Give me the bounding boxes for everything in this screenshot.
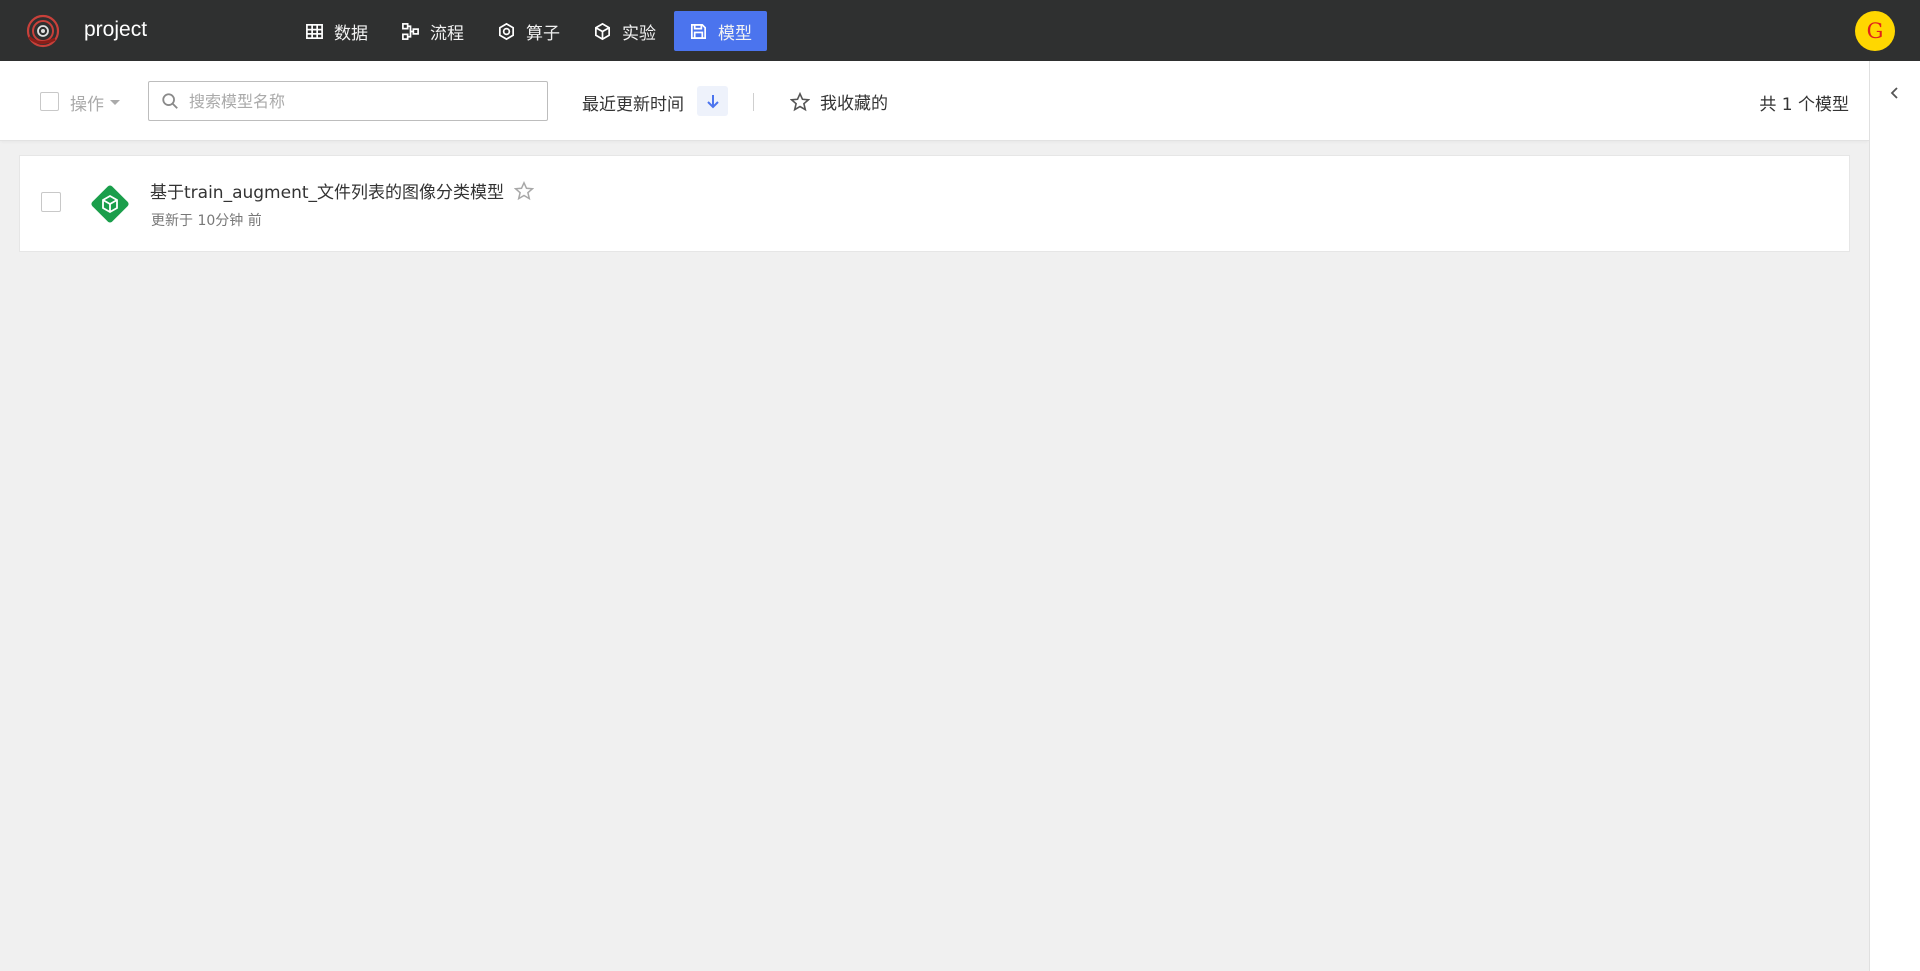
search-input[interactable]: [189, 91, 529, 111]
operations-dropdown[interactable]: 操作: [70, 90, 120, 115]
cube-icon: [594, 22, 611, 40]
top-bar: project 数据 流程 算子 实验 模型 G: [0, 0, 1920, 61]
chevron-left-icon: [1890, 87, 1898, 99]
star-icon: [513, 180, 535, 200]
main-nav: 数据 流程 算子 实验 模型: [290, 11, 770, 51]
favorites-label: 我收藏的: [820, 94, 888, 114]
arrow-down-icon: [706, 95, 719, 109]
model-toolbar: 操作 最近更新时间 我收藏的 共 1 个模型: [0, 61, 1869, 141]
favorite-button[interactable]: [513, 180, 535, 201]
save-icon: [690, 23, 707, 39]
project-name[interactable]: project: [84, 18, 147, 42]
app-logo-icon[interactable]: [25, 13, 61, 49]
nav-item-label: 流程: [430, 23, 464, 44]
favorites-filter[interactable]: 我收藏的: [790, 89, 888, 114]
model-checkbox[interactable]: [41, 192, 61, 212]
model-updated-time: 更新于 10分钟 前: [151, 213, 262, 229]
model-cube-icon: [91, 185, 129, 223]
nav-item-flow[interactable]: 流程: [386, 11, 479, 51]
total-count: 共 1 个模型: [1759, 95, 1849, 115]
star-icon: [790, 91, 810, 111]
table-icon: [306, 23, 323, 39]
caret-down-icon: [110, 100, 120, 105]
user-avatar[interactable]: G: [1855, 11, 1895, 51]
model-name-text: 基于train_augment_文件列表的图像分类模型: [150, 183, 505, 203]
flow-icon: [402, 22, 419, 40]
model-name[interactable]: 基于train_augment_文件列表的图像分类模型: [150, 178, 535, 203]
nav-item-data[interactable]: 数据: [290, 11, 383, 51]
sort-direction-button[interactable]: [697, 86, 728, 116]
divider: [753, 93, 754, 111]
model-list-item[interactable]: 基于train_augment_文件列表的图像分类模型 更新于 10分钟 前: [19, 155, 1850, 252]
search-icon: [162, 93, 178, 109]
nav-item-operators[interactable]: 算子: [482, 11, 575, 51]
hexagon-icon: [498, 22, 515, 40]
side-panel: [1869, 61, 1920, 971]
nav-item-label: 实验: [622, 23, 656, 44]
sort-label[interactable]: 最近更新时间: [582, 90, 684, 115]
search-box[interactable]: [148, 81, 548, 121]
nav-item-label: 算子: [526, 23, 560, 44]
nav-item-models[interactable]: 模型: [674, 11, 767, 51]
select-all-checkbox[interactable]: [40, 92, 59, 111]
expand-panel-button[interactable]: [1887, 85, 1903, 101]
operations-label: 操作: [70, 95, 104, 115]
nav-item-label: 模型: [718, 23, 752, 44]
nav-item-label: 数据: [334, 23, 368, 44]
nav-item-experiments[interactable]: 实验: [578, 11, 671, 51]
